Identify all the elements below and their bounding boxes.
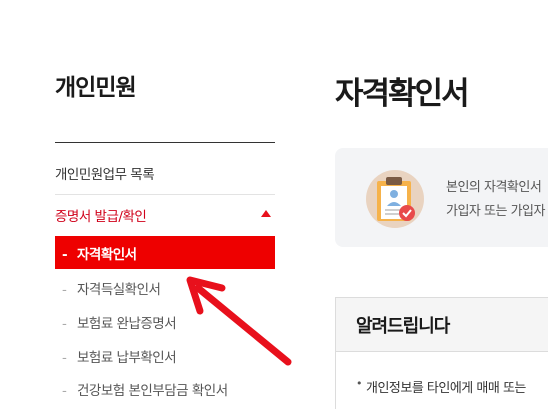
info-text-line-1: 본인의 자격확인서 xyxy=(446,180,542,195)
clipboard-document-icon xyxy=(366,170,424,228)
notice-title: 알려드립니다 xyxy=(356,316,450,337)
info-text-line-2: 가입자 또는 가입자 xyxy=(446,204,545,219)
page-title: 자격확인서 xyxy=(335,76,470,112)
arrow-shaft xyxy=(194,284,292,366)
notice-header: 알려드립니다 xyxy=(336,298,548,352)
notice-panel: 알려드립니다 개인정보를 타인에게 매매 또는 xyxy=(335,297,548,409)
notice-item: 개인정보를 타인에게 매매 또는 xyxy=(356,377,526,396)
